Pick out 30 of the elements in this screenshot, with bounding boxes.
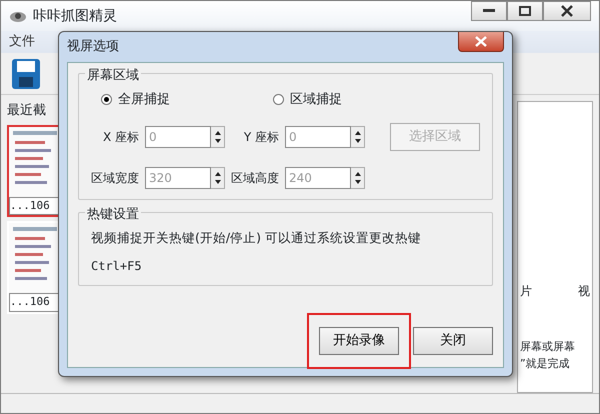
field-label: 区域宽度 (91, 170, 139, 187)
radio-label: 区域捕捉 (290, 90, 342, 108)
field-label: 区域高度 (231, 170, 279, 187)
radio-label: 全屏捕捉 (118, 90, 170, 108)
maximize-icon (519, 6, 531, 16)
radio-button[interactable] (273, 94, 284, 105)
sidebar-label: 最近截 (7, 102, 47, 120)
menu-item[interactable]: 文件 (9, 32, 35, 52)
window-title: 咔咔抓图精灵 (33, 6, 117, 26)
panel-text: 屏幕或屏幕 (520, 339, 576, 355)
minimize-icon (483, 9, 495, 13)
panel-tab[interactable]: 视 (578, 282, 590, 300)
close-icon (475, 36, 487, 47)
field-label: Y 座标 (242, 129, 279, 146)
close-button[interactable] (543, 1, 591, 21)
dialog-title: 视屏选项 (67, 38, 119, 56)
start-recording-button[interactable]: 开始录像 (319, 327, 399, 355)
minimize-button[interactable] (471, 1, 507, 21)
field-label: X 座标 (102, 129, 139, 146)
hotkey-value: Ctrl+F5 (91, 258, 143, 276)
maximize-button[interactable] (507, 1, 543, 21)
panel-text: ”就是完成 (520, 356, 571, 372)
app-icon (9, 9, 27, 23)
hotkey-description: 视频捕捉开关热键(开始/停止) 可以通过系统设置更改热键 (91, 228, 422, 246)
close-button[interactable] (458, 32, 504, 52)
close-dialog-button[interactable]: 关闭 (413, 327, 493, 355)
radio-button[interactable] (101, 94, 112, 105)
panel-tab[interactable]: 片 (520, 282, 532, 300)
save-icon[interactable] (11, 58, 41, 90)
close-icon (561, 5, 573, 17)
